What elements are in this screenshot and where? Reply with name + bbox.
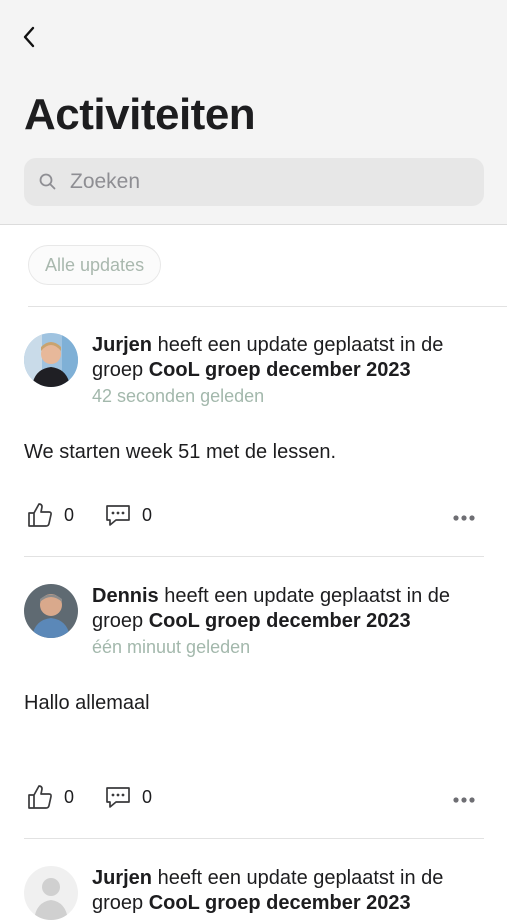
author-name[interactable]: Dennis [92,585,159,607]
more-icon [453,515,475,521]
comment-button[interactable]: 0 [104,501,152,529]
like-icon [28,785,52,809]
avatar[interactable] [24,866,78,920]
post-header: Jurjen heeft een update geplaatst in de … [92,333,487,409]
author-name[interactable]: Jurjen [92,867,152,889]
post-header: Dennis heeft een update geplaatst in de … [92,584,487,660]
comment-count: 0 [142,786,153,807]
search-bar[interactable] [24,158,484,206]
post-divider [24,556,484,557]
comment-icon [106,787,130,808]
post-actions: 0 0 [24,783,484,815]
like-button[interactable]: 0 [26,783,74,811]
search-icon [39,173,56,190]
divider [28,306,507,307]
post-actions: 0 0 [24,501,484,533]
author-name[interactable]: Jurjen [92,334,152,356]
group-name[interactable]: CooL groep december 2023 [149,892,411,914]
group-name[interactable]: CooL groep december 2023 [149,610,411,632]
group-name[interactable]: CooL groep december 2023 [149,359,411,381]
like-count: 0 [64,786,75,807]
more-icon [453,797,475,803]
page-title: Activiteiten [24,90,256,139]
post-body: We starten week 51 met de lessen. [24,441,337,463]
comment-count: 0 [142,504,153,525]
like-icon [28,503,52,527]
more-options-button[interactable] [452,509,476,527]
post-body: Hallo allemaal [24,692,150,714]
header: Activiteiten [0,0,507,225]
post-divider [24,838,484,839]
more-options-button[interactable] [452,791,476,809]
like-count: 0 [64,504,75,525]
back-button[interactable] [14,22,44,52]
avatar[interactable] [24,584,78,638]
post-timestamp: 42 seconden geleden [92,386,265,406]
post-header: Jurjen heeft een update geplaatst in de … [92,866,487,916]
like-button[interactable]: 0 [26,501,74,529]
post-timestamp: één minuut geleden [92,637,251,657]
back-icon [23,26,35,48]
avatar[interactable] [24,333,78,387]
search-input[interactable] [68,169,452,195]
filter-all-updates[interactable]: Alle updates [28,245,162,285]
avatar-placeholder-icon [24,866,78,920]
comment-button[interactable]: 0 [104,783,152,811]
comment-icon [106,505,130,526]
